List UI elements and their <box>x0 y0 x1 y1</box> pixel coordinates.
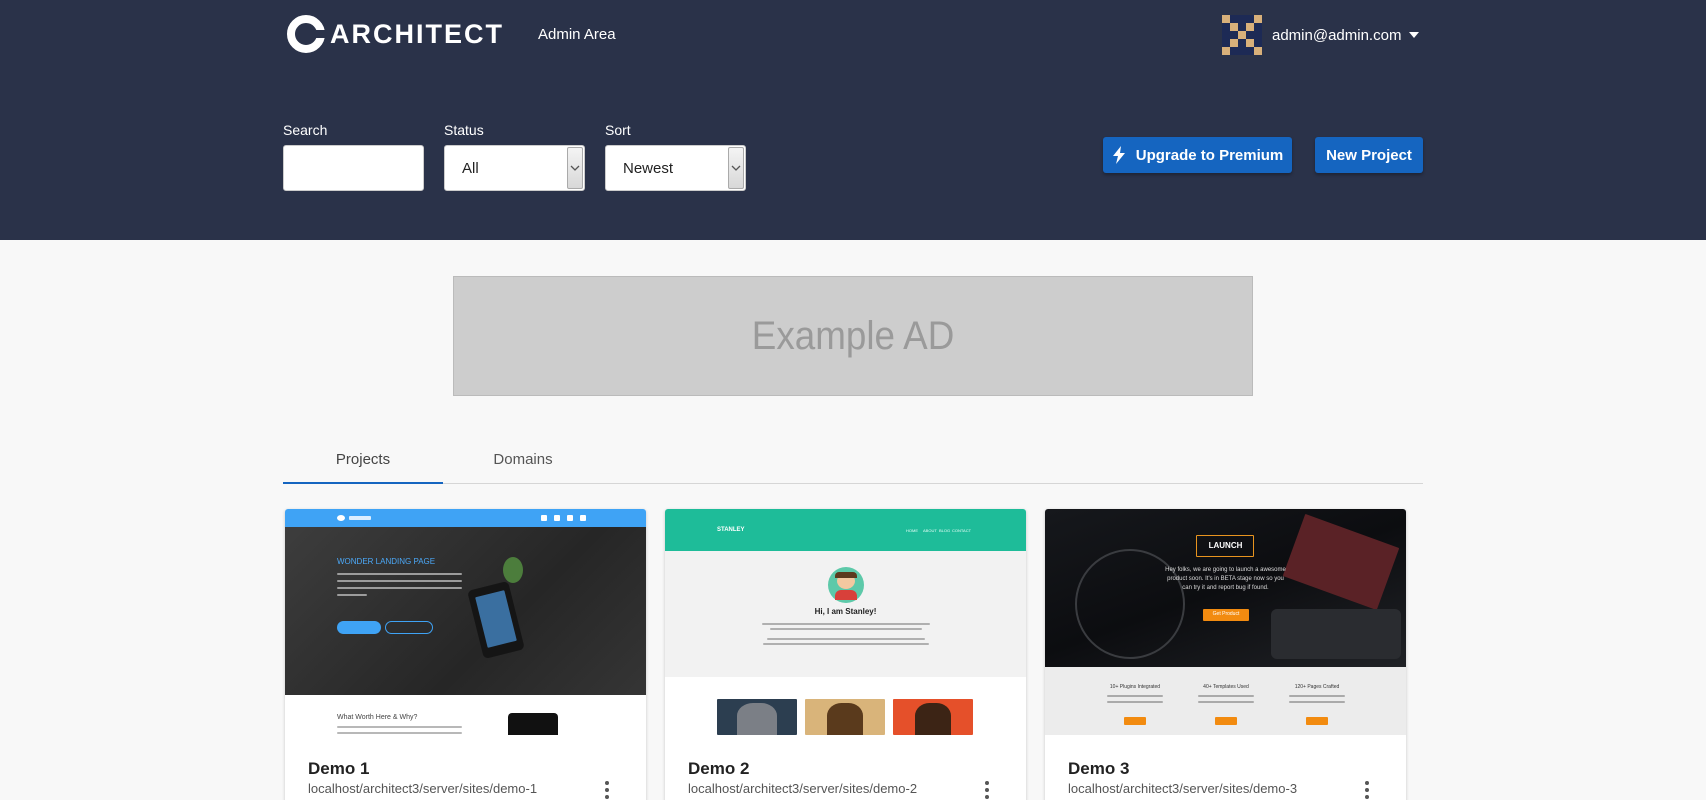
more-vertical-icon[interactable] <box>1361 781 1373 800</box>
project-name[interactable]: Demo 3 <box>1068 759 1129 779</box>
brand-name: ARCHITECT <box>330 18 504 49</box>
project-thumbnail[interactable]: LAUNCH Hey folks, we are going to launch… <box>1045 509 1406 735</box>
user-menu[interactable]: admin@admin.com <box>1222 15 1420 55</box>
project-card[interactable]: WONDER LANDING PAGE What Worth Here & Wh… <box>285 509 646 800</box>
sort-label: Sort <box>605 122 631 138</box>
thumb-heading: Hi, I am Stanley! <box>814 607 877 616</box>
thumb-headline: WONDER LANDING PAGE <box>337 557 436 566</box>
project-url[interactable]: localhost/architect3/server/sites/demo-2 <box>688 781 917 796</box>
avatar <box>1222 15 1262 55</box>
more-vertical-icon[interactable] <box>981 781 993 800</box>
architect-logo-icon <box>287 15 326 53</box>
upgrade-premium-button[interactable]: Upgrade to Premium <box>1103 137 1292 173</box>
project-thumbnail[interactable]: STANLEY HOME ABOUT BLOG CONTACT Hi, I am… <box>665 509 1026 735</box>
tab-bar: Projects Domains <box>283 440 1423 484</box>
status-label: Status <box>444 122 484 138</box>
more-vertical-icon[interactable] <box>601 781 613 800</box>
thumb-brand: STANLEY <box>717 527 745 533</box>
project-card[interactable]: STANLEY HOME ABOUT BLOG CONTACT Hi, I am… <box>665 509 1026 800</box>
logo[interactable]: ARCHITECT <box>286 14 504 54</box>
search-input[interactable] <box>283 145 424 191</box>
project-thumbnail[interactable]: WONDER LANDING PAGE What Worth Here & Wh… <box>285 509 646 735</box>
status-select[interactable]: All <box>444 145 585 191</box>
ad-text: Example AD <box>751 313 955 358</box>
top-header: ARCHITECT Admin Area admin@admin.com Sea… <box>0 0 1706 240</box>
project-url[interactable]: localhost/architect3/server/sites/demo-1 <box>308 781 537 796</box>
sort-select[interactable]: Newest <box>605 145 746 191</box>
project-card[interactable]: LAUNCH Hey folks, we are going to launch… <box>1045 509 1406 800</box>
project-url[interactable]: localhost/architect3/server/sites/demo-3 <box>1068 781 1297 796</box>
user-email: admin@admin.com <box>1272 26 1402 44</box>
lightning-icon <box>1112 146 1125 164</box>
search-label: Search <box>283 122 328 138</box>
tab-projects[interactable]: Projects <box>283 440 443 484</box>
upgrade-premium-label: Upgrade to Premium <box>1135 146 1284 164</box>
thumb-section: What Worth Here & Why? <box>337 714 418 721</box>
admin-area-label: Admin Area <box>538 26 616 43</box>
chevron-down-icon <box>728 147 744 189</box>
project-name[interactable]: Demo 2 <box>688 759 749 779</box>
project-name[interactable]: Demo 1 <box>308 759 369 779</box>
sort-select-value: Newest <box>623 159 674 177</box>
new-project-button[interactable]: New Project <box>1315 137 1423 173</box>
tab-domains[interactable]: Domains <box>443 440 603 484</box>
ad-banner[interactable]: Example AD <box>453 276 1253 396</box>
chevron-down-icon <box>567 147 583 189</box>
status-select-value: All <box>462 159 479 177</box>
thumb-badge: LAUNCH <box>1208 541 1243 550</box>
caret-down-icon <box>1409 32 1420 38</box>
